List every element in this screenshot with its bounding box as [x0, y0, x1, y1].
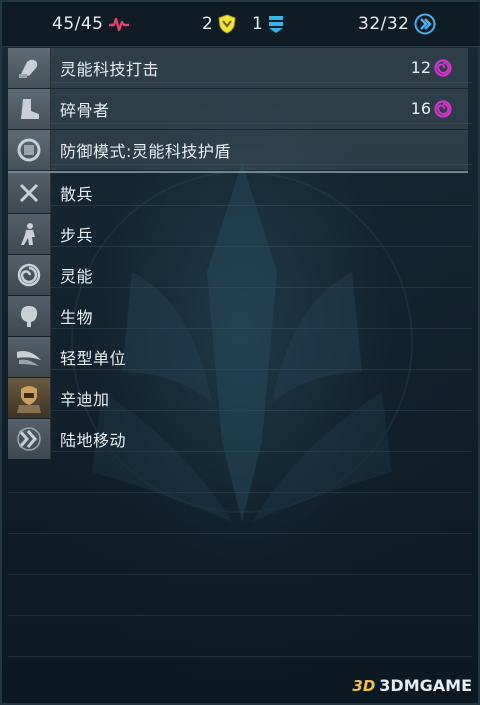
weapon-damage-value: 16	[410, 99, 431, 118]
attribute-label: 散兵	[60, 185, 94, 204]
unit-info-panel: 45/45 2 1 32/32 灵能科技打击 12 碎骨者 16 防御模式:灵能…	[0, 0, 480, 705]
weapon-damage-value: 12	[410, 58, 431, 77]
unit-stats-bar: 45/45 2 1 32/32	[2, 2, 480, 47]
attribute-row-biological: 生物	[8, 296, 468, 336]
attribute-label: 轻型单位	[60, 349, 127, 368]
attribute-label: 生物	[60, 308, 94, 327]
syndicate-icon	[8, 378, 51, 418]
biological-icon	[8, 296, 51, 336]
health-stat: 45/45	[52, 12, 130, 36]
armor-stat: 2	[202, 12, 237, 36]
health-value: 45/45	[52, 14, 104, 34]
ability-label: 防御模式:灵能科技护盾	[60, 142, 231, 161]
psionic-icon	[8, 255, 51, 295]
shield-armor-stat: 1	[252, 12, 285, 36]
site-watermark: 3D 3DMGAME	[352, 676, 472, 695]
attribute-row-syndicate: 辛迪加	[8, 378, 468, 418]
weapon-row-bonecrusher[interactable]: 碎骨者 16	[8, 89, 468, 129]
energy-chevron-icon	[414, 13, 435, 35]
psionic-damage-icon	[434, 58, 452, 77]
shield-mode-icon	[8, 130, 51, 170]
weapon-damage: 12	[411, 58, 452, 77]
attribute-label: 灵能	[60, 267, 94, 286]
shield-upgrade-icon	[269, 16, 284, 33]
watermark-logo: 3D	[352, 676, 376, 695]
attribute-row-ground-movement: 陆地移动	[8, 419, 468, 459]
weapon-row-psionic-strike[interactable]: 灵能科技打击 12	[8, 48, 468, 88]
ability-row-shield-mode[interactable]: 防御模式:灵能科技护盾	[8, 130, 468, 170]
weapon-label: 灵能科技打击	[60, 60, 160, 79]
energy-value: 32/32	[358, 14, 410, 34]
weapon-damage: 16	[411, 99, 452, 118]
skirmisher-icon	[8, 173, 51, 213]
attribute-row-light-unit: 轻型单位	[8, 337, 468, 377]
health-pulse-icon	[108, 17, 129, 32]
attribute-row-skirmisher: 散兵	[8, 173, 468, 213]
armor-value: 2	[202, 14, 214, 34]
ground-movement-icon	[8, 419, 51, 459]
light-unit-icon	[8, 337, 51, 377]
armor-shield-icon	[218, 14, 236, 34]
attribute-label: 辛迪加	[60, 390, 110, 409]
infantry-icon	[8, 214, 51, 254]
energy-stat: 32/32	[358, 12, 436, 36]
attribute-row-psionic: 灵能	[8, 255, 468, 295]
attribute-label: 步兵	[60, 226, 94, 245]
bonecrusher-boot-icon	[8, 89, 51, 129]
weapon-label: 碎骨者	[60, 101, 110, 120]
psionic-fist-icon	[8, 48, 51, 88]
watermark-text: 3DMGAME	[379, 676, 472, 695]
attribute-label: 陆地移动	[60, 431, 127, 450]
attribute-row-infantry: 步兵	[8, 214, 468, 254]
psionic-damage-icon	[434, 99, 452, 118]
shield-armor-value: 1	[252, 14, 264, 34]
